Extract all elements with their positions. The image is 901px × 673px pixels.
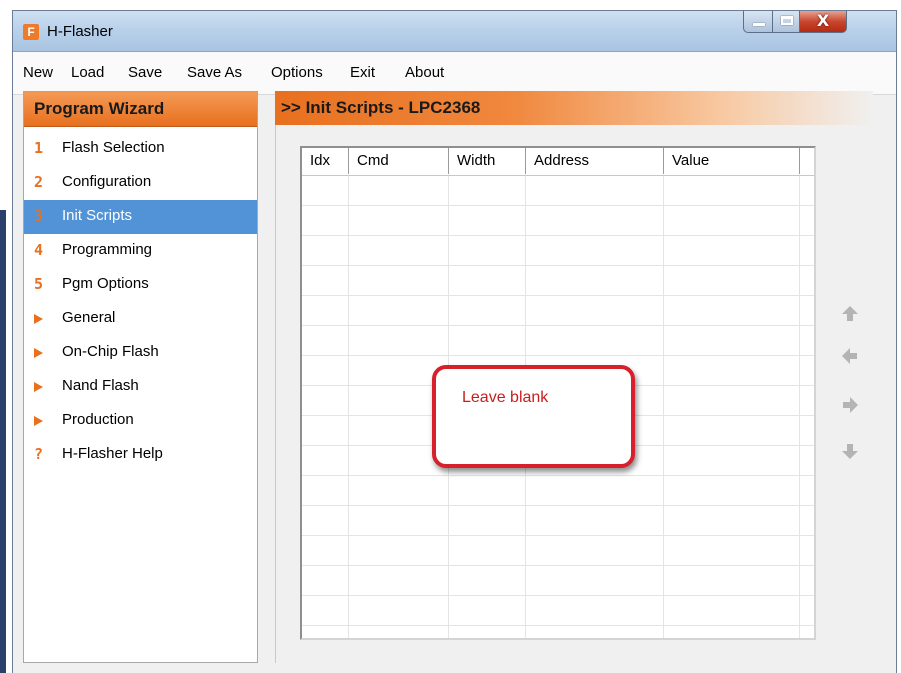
wizard-header: Program Wizard: [24, 92, 257, 127]
wizard-item-label: Flash Selection: [62, 139, 165, 156]
move-up-button[interactable]: [840, 304, 860, 324]
up-arrow-icon: [842, 306, 858, 321]
move-left-button[interactable]: [840, 346, 860, 366]
close-button[interactable]: X: [799, 11, 847, 33]
triangle-arrow-icon: [34, 314, 43, 324]
wizard-item-label: Init Scripts: [62, 207, 133, 224]
wizard-item-label: General: [62, 309, 116, 326]
content-divider: [275, 125, 276, 663]
move-right-button[interactable]: [840, 395, 860, 415]
wizard-item-flash-selection[interactable]: 1 Flash Selection: [24, 132, 257, 166]
wizard-item-general[interactable]: General: [24, 302, 257, 336]
menu-exit[interactable]: Exit: [350, 64, 375, 81]
right-arrow-icon: [843, 397, 858, 413]
step-number-icon: 4: [34, 241, 44, 259]
column-header-width[interactable]: Width: [449, 148, 526, 174]
wizard-item-label: Nand Flash: [62, 377, 139, 394]
wizard-item-production[interactable]: Production: [24, 404, 257, 438]
wizard-item-label: Configuration: [62, 173, 152, 190]
menu-about[interactable]: About: [405, 64, 444, 81]
wizard-item-label: Programming: [62, 241, 153, 258]
menu-save[interactable]: Save: [128, 64, 162, 81]
annotation-callout: Leave blank: [432, 365, 635, 468]
program-wizard-panel: Program Wizard 1 Flash Selection 2 Confi…: [23, 91, 258, 663]
step-number-icon: 2: [34, 173, 44, 191]
app-icon: F: [23, 24, 39, 40]
wizard-item-configuration[interactable]: 2 Configuration: [24, 166, 257, 200]
wizard-item-label: Pgm Options: [62, 275, 149, 292]
close-icon: X: [816, 11, 830, 30]
wizard-item-nand-flash[interactable]: Nand Flash: [24, 370, 257, 404]
menu-load[interactable]: Load: [71, 64, 104, 81]
background-edge: [0, 210, 6, 673]
minimize-button[interactable]: [743, 11, 773, 33]
wizard-steps: 1 Flash Selection 2 Configuration 3 Init…: [24, 127, 257, 472]
title-bar[interactable]: F H-Flasher X: [13, 11, 896, 52]
callout-text: Leave blank: [462, 389, 549, 406]
column-header-cmd[interactable]: Cmd: [349, 148, 449, 174]
down-arrow-icon: [842, 444, 858, 459]
wizard-item-pgm-options[interactable]: 5 Pgm Options: [24, 268, 257, 302]
column-header-address[interactable]: Address: [526, 148, 664, 174]
window-title: H-Flasher: [47, 23, 113, 40]
grid-header-row: Idx Cmd Width Address Value: [302, 148, 814, 176]
column-header-idx[interactable]: Idx: [302, 148, 349, 174]
step-number-icon: 1: [34, 139, 44, 157]
help-icon: ?: [34, 445, 44, 463]
move-down-button[interactable]: [840, 441, 860, 461]
maximize-button[interactable]: [772, 11, 800, 33]
column-header-value[interactable]: Value: [664, 148, 800, 174]
triangle-arrow-icon: [34, 382, 43, 392]
wizard-item-on-chip-flash[interactable]: On-Chip Flash: [24, 336, 257, 370]
menu-options[interactable]: Options: [271, 64, 323, 81]
wizard-item-init-scripts[interactable]: 3 Init Scripts: [24, 200, 257, 234]
wizard-item-label: Production: [62, 411, 134, 428]
maximize-icon: [781, 16, 793, 25]
content-header: >> Init Scripts - LPC2368: [275, 91, 873, 125]
menu-save-as[interactable]: Save As: [187, 64, 242, 81]
step-number-icon: 3: [34, 207, 44, 225]
wizard-item-programming[interactable]: 4 Programming: [24, 234, 257, 268]
left-arrow-icon: [842, 348, 857, 364]
menu-new[interactable]: New: [23, 64, 53, 81]
triangle-arrow-icon: [34, 348, 43, 358]
wizard-item-help[interactable]: ? H-Flasher Help: [24, 438, 257, 472]
wizard-item-label: On-Chip Flash: [62, 343, 159, 360]
minimize-icon: [753, 23, 765, 26]
step-number-icon: 5: [34, 275, 44, 293]
triangle-arrow-icon: [34, 416, 43, 426]
menu-bar: New Load Save Save As Options Exit About: [13, 52, 896, 95]
wizard-item-label: H-Flasher Help: [62, 445, 163, 462]
